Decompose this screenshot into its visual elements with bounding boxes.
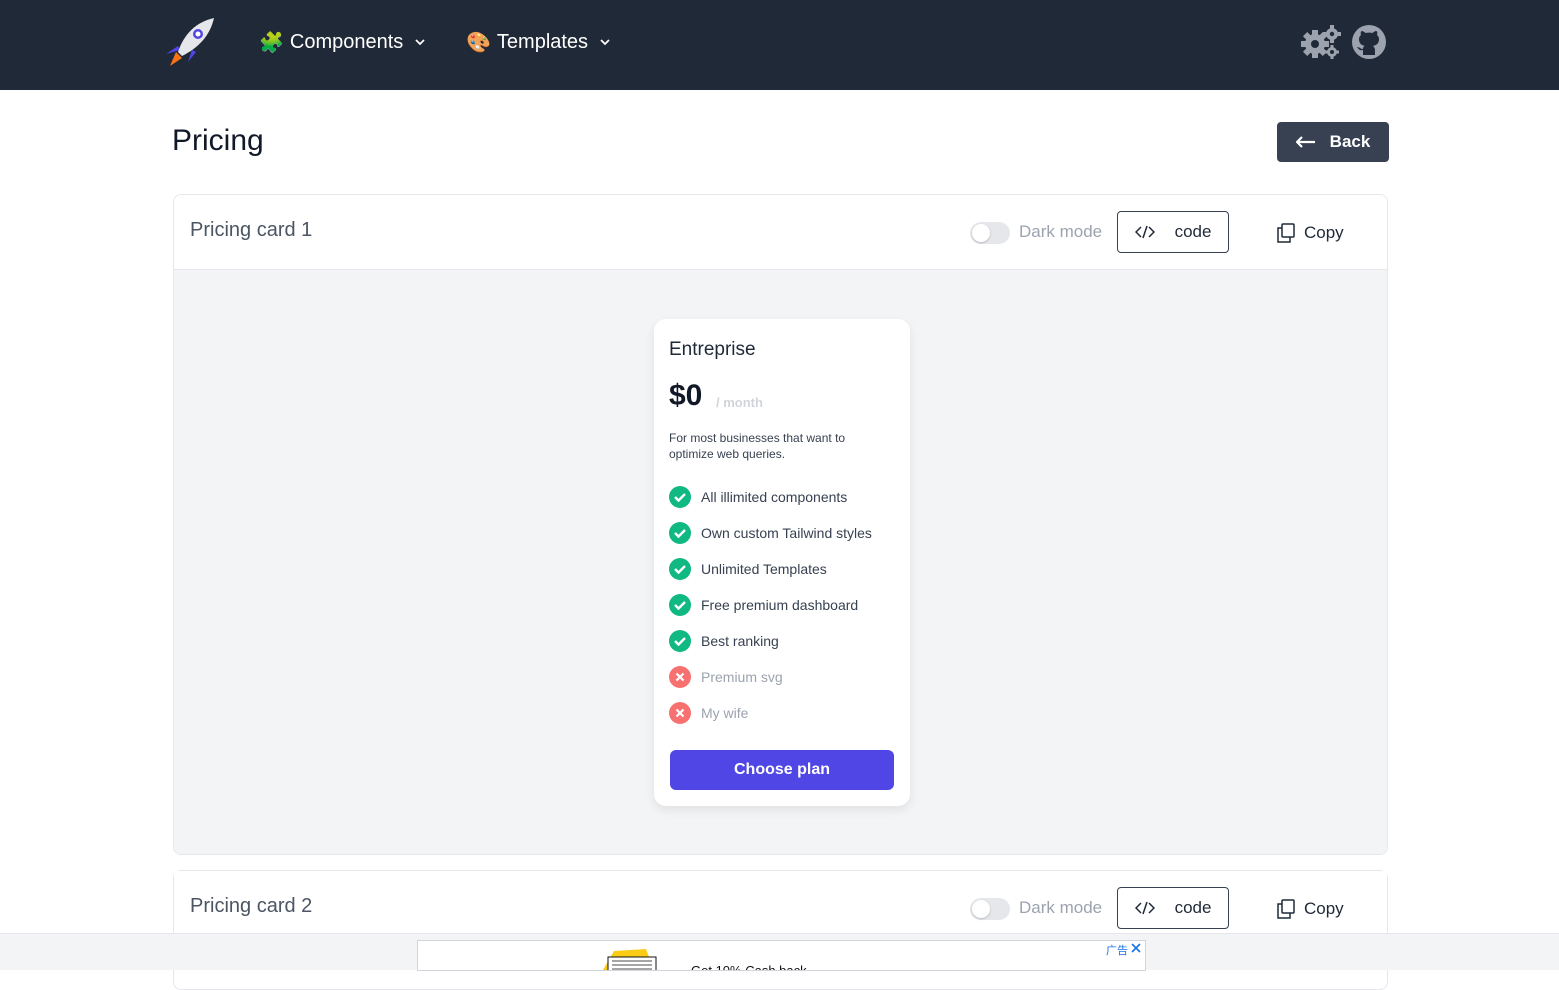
nav-templates-label: Templates bbox=[496, 30, 589, 53]
x-circle-icon bbox=[669, 702, 691, 724]
feature-label: Own custom Tailwind styles bbox=[701, 525, 872, 541]
code-button-label: code bbox=[1174, 222, 1212, 241]
dark-mode-toggle[interactable] bbox=[970, 222, 1010, 244]
feature-item: Best ranking bbox=[669, 629, 779, 653]
check-circle-icon bbox=[669, 630, 691, 652]
feature-label: Free premium dashboard bbox=[701, 597, 859, 613]
check-circle-icon bbox=[669, 594, 691, 616]
feature-label: My wife bbox=[701, 705, 749, 721]
ad-image bbox=[602, 949, 657, 970]
arrow-left-icon bbox=[1295, 136, 1315, 148]
code-button-label: code bbox=[1174, 898, 1212, 917]
puzzle-icon: 🧩 bbox=[259, 31, 284, 54]
ad-text: Get 10% Cash back bbox=[691, 963, 807, 971]
feature-label: Best ranking bbox=[701, 633, 779, 649]
code-button[interactable]: code bbox=[1117, 211, 1229, 253]
dark-mode-toggle[interactable] bbox=[970, 898, 1010, 920]
github-icon[interactable] bbox=[1351, 24, 1387, 60]
component-panel-1: Pricing card 1 Dark mode code Copy Entre… bbox=[173, 194, 1388, 855]
ad-tag: 广告 bbox=[1106, 945, 1128, 957]
component-panel-2: Pricing card 2 Dark mode code Copy bbox=[173, 870, 1388, 990]
copy-icon bbox=[1277, 899, 1295, 919]
rocket-icon[interactable] bbox=[162, 16, 216, 68]
ad-banner[interactable]: Get 10% Cash back 广告 bbox=[417, 940, 1146, 971]
copy-icon bbox=[1277, 223, 1295, 243]
feature-label: Premium svg bbox=[701, 669, 783, 685]
feature-item: Free premium dashboard bbox=[669, 593, 858, 617]
page-title: Pricing bbox=[172, 124, 264, 157]
choose-plan-button[interactable]: Choose plan bbox=[670, 750, 894, 790]
copy-button-label: Copy bbox=[1304, 223, 1344, 242]
nav-components[interactable]: 🧩 Components bbox=[259, 26, 427, 58]
back-button-label: Back bbox=[1329, 132, 1371, 151]
gear-icon[interactable] bbox=[1300, 24, 1342, 60]
plan-price: $0 bbox=[669, 379, 703, 412]
feature-item: Unlimited Templates bbox=[669, 557, 827, 581]
code-button[interactable]: code bbox=[1117, 887, 1229, 929]
top-navbar: 🧩 Components 🎨 Templates bbox=[0, 0, 1559, 90]
feature-item: Own custom Tailwind styles bbox=[669, 521, 872, 545]
close-icon[interactable] bbox=[1130, 942, 1142, 954]
preview-area: Entreprise $0 / month For most businesse… bbox=[174, 270, 1387, 854]
copy-button[interactable]: Copy bbox=[1276, 897, 1344, 921]
plan-name: Entreprise bbox=[669, 339, 756, 360]
plan-description: For most businesses that want to optimiz… bbox=[669, 431, 846, 461]
check-circle-icon bbox=[669, 486, 691, 508]
plan-period: / month bbox=[716, 395, 763, 410]
x-circle-icon bbox=[669, 666, 691, 688]
check-circle-icon bbox=[669, 522, 691, 544]
pricing-card: Entreprise $0 / month For most businesse… bbox=[654, 319, 910, 806]
nav-templates[interactable]: 🎨 Templates bbox=[466, 26, 612, 58]
palette-icon: 🎨 bbox=[466, 31, 491, 54]
chevron-down-icon bbox=[415, 39, 425, 46]
chevron-down-icon bbox=[600, 39, 610, 46]
dark-mode-label: Dark mode bbox=[1019, 222, 1103, 241]
panel-title: Pricing card 2 bbox=[190, 895, 313, 917]
panel-header: Pricing card 1 Dark mode code Copy bbox=[174, 195, 1387, 270]
feature-label: Unlimited Templates bbox=[701, 561, 827, 577]
back-button[interactable]: Back bbox=[1277, 122, 1389, 162]
code-icon bbox=[1134, 225, 1155, 239]
code-icon bbox=[1134, 901, 1155, 915]
panel-title: Pricing card 1 bbox=[190, 219, 313, 241]
feature-item-excluded: My wife bbox=[669, 701, 748, 725]
dark-mode-label: Dark mode bbox=[1019, 898, 1103, 917]
copy-button[interactable]: Copy bbox=[1276, 221, 1344, 245]
feature-item-excluded: Premium svg bbox=[669, 665, 783, 689]
feature-item: All illimited components bbox=[669, 485, 847, 509]
nav-components-label: Components bbox=[289, 30, 404, 53]
check-circle-icon bbox=[669, 558, 691, 580]
feature-label: All illimited components bbox=[701, 489, 848, 505]
copy-button-label: Copy bbox=[1304, 899, 1344, 918]
